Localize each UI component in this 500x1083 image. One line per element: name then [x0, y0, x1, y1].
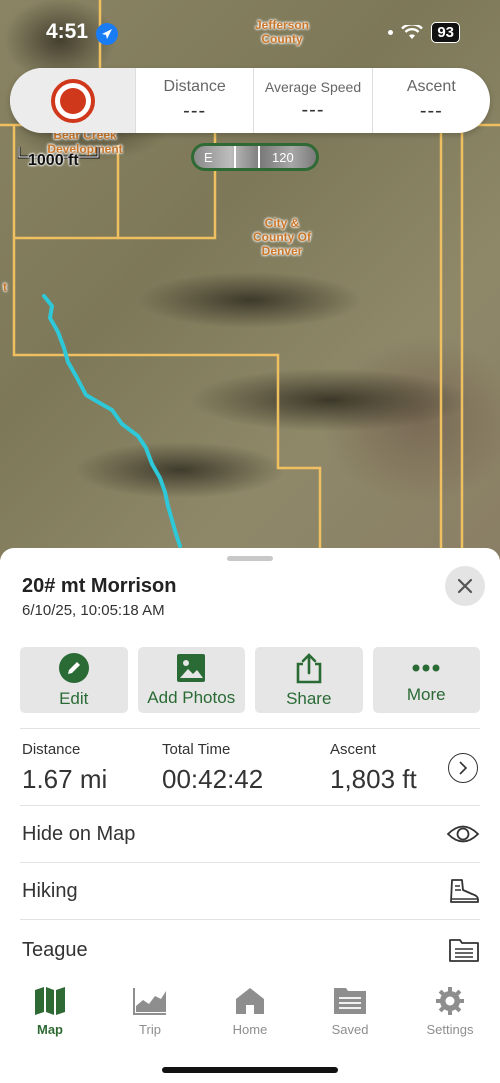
tab-map[interactable]: Map	[10, 986, 90, 1037]
close-icon	[457, 578, 473, 594]
compass-tick	[234, 146, 236, 168]
summary-ascent-label: Ascent	[330, 741, 376, 758]
stat-speed-label: Average Speed	[264, 79, 362, 95]
tab-settings-label: Settings	[426, 1022, 474, 1037]
stat-average-speed: Average Speed ---	[253, 68, 371, 133]
tab-map-label: Map	[37, 1022, 63, 1037]
track-summary: Distance 1.67 mi Total Time 00:42:42 Asc…	[22, 741, 482, 801]
summary-details-button[interactable]	[448, 753, 478, 783]
summary-time-value: 00:42:42	[162, 764, 264, 794]
activity-type-label: Hiking	[22, 879, 78, 902]
track-date: 6/10/25, 10:05:18 AM	[22, 602, 165, 619]
location-arrow-icon	[96, 23, 118, 45]
divider	[20, 728, 480, 729]
stat-distance: Distance ---	[135, 68, 253, 133]
share-label: Share	[286, 688, 332, 708]
chevron-right-icon	[459, 761, 468, 775]
map-label-jefferson-county: Jefferson County	[254, 18, 310, 46]
add-photos-label: Add Photos	[147, 687, 236, 707]
recording-stats-card: Distance --- Average Speed --- Ascent --…	[10, 68, 490, 133]
summary-ascent-value: 1,803 ft	[330, 764, 417, 794]
tab-home-label: Home	[232, 1022, 268, 1037]
wifi-icon	[401, 24, 424, 39]
stat-ascent-value: ---	[419, 100, 443, 122]
compass-letter: E	[204, 150, 213, 165]
close-button[interactable]	[445, 566, 485, 606]
gear-icon	[436, 987, 464, 1015]
stat-distance-label: Distance	[163, 78, 226, 95]
stat-ascent: Ascent ---	[371, 68, 490, 133]
home-icon	[236, 988, 264, 1014]
battery-indicator: 93	[431, 22, 460, 43]
tab-saved[interactable]: Saved	[310, 986, 390, 1037]
summary-distance-value: 1.67 mi	[22, 764, 108, 794]
map-scale-label: 1000 ft	[28, 152, 79, 169]
photo-icon	[177, 653, 206, 682]
pencil-icon	[58, 652, 89, 683]
divider	[20, 919, 480, 920]
hide-on-map-label: Hide on Map	[22, 822, 136, 845]
activity-type-row[interactable]: Hiking	[22, 863, 480, 919]
status-indicators: 93	[388, 22, 460, 43]
track-title: 20# mt Morrison	[22, 575, 177, 597]
summary-ascent: Ascent 1,803 ft	[330, 741, 417, 795]
share-button[interactable]: Share	[255, 647, 363, 713]
action-buttons: Edit Add Photos Share More	[20, 647, 480, 713]
map-label-edge: t	[3, 280, 7, 294]
folder-row[interactable]: Teague	[22, 922, 480, 978]
folder-label: Teague	[22, 938, 88, 961]
home-indicator	[162, 1067, 338, 1073]
record-icon	[59, 87, 86, 114]
eye-icon	[446, 825, 480, 843]
status-time: 4:51	[46, 20, 89, 43]
summary-distance: Distance 1.67 mi	[22, 741, 107, 795]
sheet-grabber[interactable]	[227, 556, 273, 561]
record-button[interactable]	[50, 78, 95, 123]
compass-degrees: 120	[272, 150, 294, 165]
folder-icon	[449, 939, 479, 962]
map-label-city-denver: City & County Of Denver	[253, 216, 311, 258]
tab-settings[interactable]: Settings	[410, 986, 490, 1037]
tab-home[interactable]: Home	[210, 986, 290, 1037]
stat-ascent-label: Ascent	[406, 78, 456, 95]
more-icon	[412, 664, 440, 671]
stat-distance-value: ---	[183, 100, 207, 122]
map-icon	[35, 987, 65, 1015]
summary-total-time: Total Time 00:42:42	[162, 741, 263, 795]
edit-label: Edit	[59, 688, 89, 708]
tab-trip[interactable]: Trip	[110, 986, 190, 1037]
add-photos-button[interactable]: Add Photos	[137, 647, 245, 713]
more-label: More	[406, 684, 446, 704]
track-line	[42, 294, 182, 548]
stat-speed-value: ---	[301, 99, 325, 121]
hide-on-map-row[interactable]: Hide on Map	[22, 806, 480, 862]
saved-folder-icon	[334, 988, 366, 1014]
summary-time-label: Total Time	[162, 741, 231, 758]
summary-distance-label: Distance	[22, 741, 81, 758]
compass-heading[interactable]: E 120	[191, 143, 319, 171]
signal-dot-icon	[388, 30, 394, 35]
trip-chart-icon	[133, 988, 166, 1015]
share-icon	[296, 652, 322, 683]
tab-saved-label: Saved	[331, 1022, 369, 1037]
edit-button[interactable]: Edit	[20, 647, 128, 713]
more-button[interactable]: More	[372, 647, 480, 713]
tab-trip-label: Trip	[139, 1022, 161, 1037]
hiking-boot-icon	[450, 879, 479, 903]
compass-tick	[258, 146, 260, 168]
